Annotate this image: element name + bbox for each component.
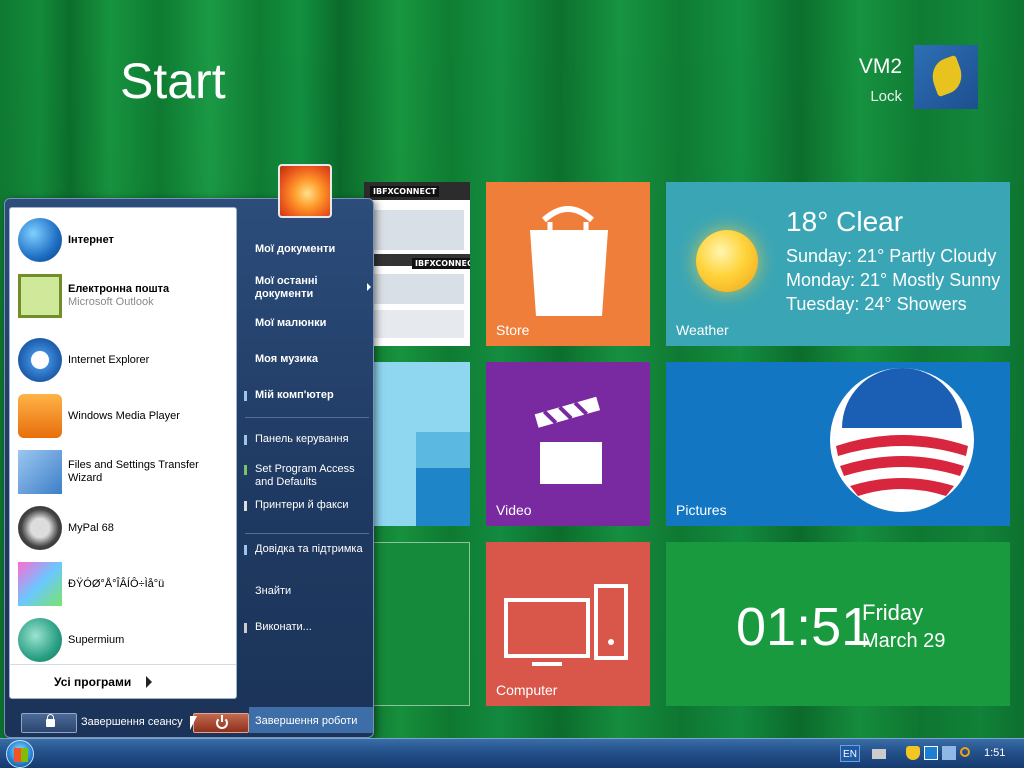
user-name[interactable]: VM2 bbox=[859, 55, 902, 79]
outlook-icon bbox=[18, 274, 62, 318]
control-panel-link[interactable]: Панель керування bbox=[241, 433, 373, 446]
all-programs-button[interactable]: Усі програми bbox=[10, 664, 236, 698]
weather-forecast-2: Monday: 21° Mostly Sunny bbox=[786, 270, 1001, 290]
shutdown-bar: Завершення сеансу Завершення роботи bbox=[5, 703, 373, 737]
internet-explorer-icon bbox=[18, 338, 62, 382]
my-documents-link[interactable]: Мої документи bbox=[241, 243, 373, 256]
logoff-button[interactable] bbox=[21, 713, 77, 733]
weather-forecast-1: Sunday: 21° Partly Cloudy bbox=[786, 246, 997, 266]
program-wmp-label: Windows Media Player bbox=[68, 409, 180, 422]
weather-forecast-3: Tuesday: 24° Showers bbox=[786, 294, 967, 314]
clock-day: Friday bbox=[862, 600, 924, 625]
pictures-label: Pictures bbox=[676, 502, 727, 518]
chevron-right-icon bbox=[367, 283, 371, 291]
leaf-icon bbox=[927, 54, 967, 98]
run-link[interactable]: Виконати... bbox=[241, 621, 373, 634]
clock-date: March 29 bbox=[862, 630, 946, 652]
shutdown-label[interactable]: Завершення роботи bbox=[249, 707, 373, 733]
weather-current: 18° Clear bbox=[786, 206, 904, 237]
program-access-link[interactable]: Set Program Access and Defaults bbox=[241, 463, 373, 489]
taskbar: EN 1:51 bbox=[0, 738, 1024, 768]
program-mypal[interactable]: MyPal 68 bbox=[18, 502, 234, 554]
video-tile[interactable]: Video bbox=[486, 362, 650, 526]
clock-time: 01:51 bbox=[736, 597, 872, 657]
weather-tile[interactable]: 18° Clear Sunday: 21° Partly Cloudy Mond… bbox=[666, 182, 1010, 346]
program-mypal-label: MyPal 68 bbox=[68, 521, 114, 534]
supermium-icon bbox=[18, 618, 62, 662]
program-internet-label: Інтернет bbox=[68, 233, 114, 246]
ibfx-logo-2: IBFXCONNECT bbox=[412, 258, 470, 269]
clock-tile[interactable]: 01:51 Friday March 29 bbox=[666, 542, 1010, 706]
power-icon bbox=[216, 715, 228, 729]
weather-label: Weather bbox=[676, 322, 729, 338]
program-ie[interactable]: Internet Explorer bbox=[18, 334, 234, 386]
raccoon-icon bbox=[18, 506, 62, 550]
start-menu: Інтернет Електронна пошта Microsoft Outlo… bbox=[4, 198, 374, 738]
program-transfer-label: Files and Settings Transfer Wizard bbox=[68, 459, 199, 484]
pictures-tile[interactable]: Pictures bbox=[666, 362, 1010, 526]
program-garbled[interactable]: ÐŸÓØ°Å°ÎÂÍÔ÷Ìå°ü bbox=[18, 558, 234, 610]
padlock-icon bbox=[46, 714, 55, 727]
keyboard-icon[interactable] bbox=[872, 749, 886, 759]
user-avatar[interactable] bbox=[914, 45, 978, 109]
media-player-icon bbox=[18, 394, 62, 438]
my-pictures-link[interactable]: Мої малюнки bbox=[241, 317, 373, 330]
mouse-cursor-icon bbox=[190, 716, 197, 730]
windows-logo-icon bbox=[14, 748, 28, 762]
broken-app-icon bbox=[18, 562, 62, 606]
menu-divider bbox=[245, 417, 369, 418]
ibfx-logo: IBFXCONNECT bbox=[370, 186, 440, 197]
program-wmp[interactable]: Windows Media Player bbox=[18, 390, 234, 442]
program-email-sub: Microsoft Outlook bbox=[68, 296, 154, 308]
browser-preview-tile[interactable]: IBFXCONNECT IBFXCONNECT bbox=[364, 182, 470, 346]
program-email[interactable]: Електронна пошта Microsoft Outlook bbox=[18, 270, 234, 322]
my-computer-link[interactable]: Мій комп'ютер bbox=[241, 389, 373, 402]
computer-label: Computer bbox=[496, 682, 558, 698]
program-transfer-wizard[interactable]: Files and Settings Transfer Wizard bbox=[18, 446, 234, 498]
video-label: Video bbox=[496, 502, 532, 518]
shutdown-button[interactable] bbox=[193, 713, 249, 733]
shield-icon[interactable] bbox=[906, 746, 920, 760]
globe-icon bbox=[18, 218, 62, 262]
sun-icon bbox=[696, 230, 758, 292]
store-label: Store bbox=[496, 322, 530, 338]
search-icon[interactable] bbox=[960, 747, 970, 757]
my-music-link[interactable]: Моя музика bbox=[241, 353, 373, 366]
arrow-right-icon bbox=[146, 676, 152, 688]
empty-tile[interactable] bbox=[364, 542, 470, 706]
network-icon[interactable] bbox=[942, 746, 956, 760]
recent-documents-link[interactable]: Мої останні документи bbox=[241, 275, 373, 301]
program-ie-label: Internet Explorer bbox=[68, 353, 150, 366]
program-email-label: Електронна пошта bbox=[68, 283, 170, 295]
transfer-wizard-icon bbox=[18, 450, 62, 494]
lock-link[interactable]: Lock bbox=[870, 88, 902, 105]
logoff-label[interactable]: Завершення сеансу bbox=[81, 716, 183, 728]
program-garbled-label: ÐŸÓØ°Å°ÎÂÍÔ÷Ìå°ü bbox=[68, 577, 165, 590]
start-button[interactable] bbox=[6, 740, 34, 768]
help-support-link[interactable]: Довідка та підтримка bbox=[241, 543, 373, 556]
app-tray-icon[interactable] bbox=[924, 746, 938, 760]
menu-divider bbox=[245, 533, 369, 534]
start-screen-title: Start bbox=[120, 53, 226, 109]
all-programs-label: Усі програми bbox=[54, 675, 132, 689]
search-link[interactable]: Знайти bbox=[241, 585, 373, 598]
store-tile[interactable]: Store bbox=[486, 182, 650, 346]
program-supermium[interactable]: Supermium bbox=[18, 614, 234, 666]
program-internet[interactable]: Інтернет bbox=[18, 214, 234, 266]
pinned-programs-pane: Інтернет Електронна пошта Microsoft Outlo… bbox=[9, 207, 237, 699]
lightblue-tile[interactable] bbox=[364, 362, 470, 526]
computer-tile[interactable]: Computer bbox=[486, 542, 650, 706]
taskbar-clock[interactable]: 1:51 bbox=[984, 747, 1005, 759]
printers-link[interactable]: Принтери й факси bbox=[241, 499, 373, 512]
program-supermium-label: Supermium bbox=[68, 633, 125, 646]
user-picture[interactable] bbox=[278, 164, 332, 218]
language-indicator[interactable]: EN bbox=[840, 745, 860, 762]
